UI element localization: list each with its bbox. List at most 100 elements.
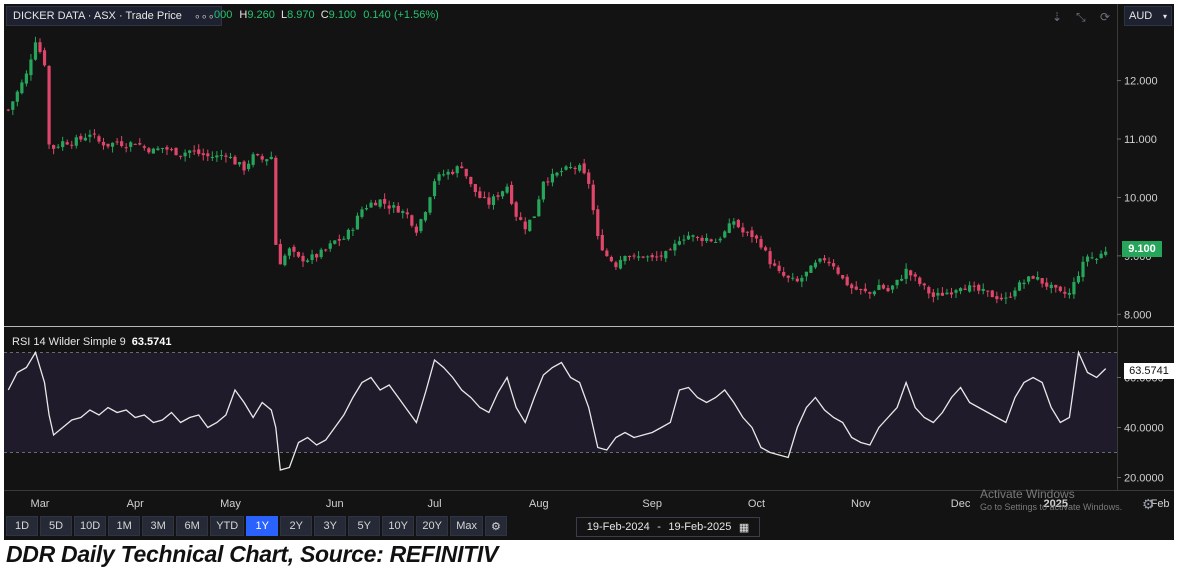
- candle-body: [79, 136, 83, 140]
- candle-body: [1004, 297, 1008, 299]
- collapse-icon[interactable]: ⤡: [1076, 10, 1086, 25]
- candle-body: [387, 205, 391, 209]
- candle-body: [1040, 278, 1044, 284]
- candle-body: [1026, 276, 1031, 282]
- candle-body: [909, 270, 913, 276]
- candle-body: [618, 259, 623, 269]
- candle-body: [836, 267, 840, 274]
- candle-body: [215, 155, 219, 158]
- candle-body: [47, 65, 51, 145]
- candle-body: [972, 285, 976, 287]
- candle-body: [791, 277, 795, 279]
- candle-body: [464, 168, 468, 177]
- candle-body: [42, 50, 47, 66]
- range-button-2y[interactable]: 2Y: [280, 516, 313, 536]
- candle-body: [392, 205, 396, 208]
- date-range-picker[interactable]: 19-Feb-2024 - 19-Feb-2025 ▦: [576, 517, 760, 537]
- range-button-bar: 1D 5D 10D 1M 3M 6M YTD 1Y 2Y 3Y 5Y 10Y 20Y Max ⚙: [6, 516, 507, 538]
- candle-body: [383, 198, 387, 204]
- candle-body: [922, 283, 926, 286]
- range-button-max[interactable]: Max: [450, 516, 483, 536]
- candle-body: [718, 238, 722, 241]
- candle-body: [831, 263, 836, 267]
- candle-body: [496, 195, 500, 197]
- candle-body: [537, 199, 541, 217]
- price-tick-label: 12.000: [1124, 76, 1158, 88]
- candle-body: [428, 197, 432, 213]
- settings-icon[interactable]: ⚙: [1142, 496, 1155, 513]
- range-button-20y[interactable]: 20Y: [416, 516, 449, 536]
- candle-body: [854, 286, 858, 290]
- figure-caption: DDR Daily Technical Chart, Source: REFIN…: [6, 541, 499, 567]
- candle-body: [627, 255, 632, 258]
- candle-body: [260, 156, 264, 160]
- range-button-10d[interactable]: 10D: [74, 516, 107, 536]
- more-dots-icon[interactable]: ∘∘∘: [194, 10, 215, 23]
- range-button-10y[interactable]: 10Y: [382, 516, 415, 536]
- download-icon[interactable]: ⇣: [1052, 10, 1062, 24]
- candle-body: [251, 154, 255, 165]
- candle-body: [623, 255, 627, 262]
- candle-body: [29, 59, 33, 76]
- symbol-box[interactable]: DICKER DATA · ASX · Trade Price ∘∘∘: [6, 6, 222, 26]
- candle-body: [115, 141, 119, 143]
- candle-body: [895, 279, 899, 286]
- candle-body: [364, 208, 369, 210]
- candle-body: [723, 231, 727, 238]
- candle-body: [1094, 258, 1099, 260]
- candle-body: [469, 176, 473, 185]
- candle-body: [913, 274, 917, 277]
- candle-body: [872, 291, 876, 295]
- range-button-3y[interactable]: 3Y: [314, 516, 347, 536]
- range-button-1d[interactable]: 1D: [6, 516, 38, 536]
- x-tick-label: Oct: [748, 498, 765, 510]
- candle-body: [1076, 275, 1081, 283]
- range-button-3m[interactable]: 3M: [142, 516, 175, 536]
- candle-body: [70, 144, 74, 146]
- range-button-ytd[interactable]: YTD: [210, 516, 245, 536]
- candle-body: [782, 272, 786, 276]
- refresh-icon[interactable]: ⟳: [1100, 10, 1110, 24]
- candle-body: [269, 156, 273, 160]
- change-value: 0.140 (+1.56%): [363, 9, 439, 21]
- candle-body: [813, 262, 818, 268]
- range-button-5y[interactable]: 5Y: [348, 516, 381, 536]
- candle-body: [83, 137, 87, 141]
- range-button-6m[interactable]: 6M: [176, 516, 209, 536]
- candle-body: [977, 284, 981, 291]
- candle-body: [968, 285, 972, 292]
- date-to: 19-Feb-2025: [668, 521, 732, 533]
- activate-windows-watermark: Activate Windows Go to Settings to activ…: [980, 487, 1122, 512]
- candle-body: [596, 209, 600, 237]
- candle-body: [1008, 296, 1013, 298]
- candle-body: [301, 255, 305, 262]
- range-button-5d[interactable]: 5D: [40, 516, 72, 536]
- candle-body: [900, 278, 904, 281]
- candle-body: [918, 277, 922, 284]
- candle-body: [423, 212, 428, 221]
- candle-body: [405, 212, 409, 215]
- candle-body: [437, 174, 441, 181]
- currency-select[interactable]: AUD ▾: [1124, 6, 1172, 26]
- close-label: C: [320, 9, 329, 21]
- candle-body: [491, 196, 496, 205]
- range-button-1y[interactable]: 1Y: [246, 516, 279, 536]
- candle-body: [1031, 276, 1035, 279]
- calendar-icon[interactable]: ▦: [739, 521, 749, 534]
- range-button-1m[interactable]: 1M: [108, 516, 141, 536]
- range-settings-icon[interactable]: ⚙: [484, 516, 507, 536]
- candle-body: [555, 172, 559, 176]
- candle-body: [990, 290, 994, 298]
- candle-body: [673, 243, 677, 251]
- candle-body: [1022, 282, 1026, 285]
- candle-body: [727, 223, 731, 233]
- candle-body: [206, 153, 210, 157]
- candle-body: [664, 251, 668, 259]
- candle-body: [1090, 257, 1094, 259]
- candle-body: [940, 292, 945, 296]
- rsi-legend: RSI 14 Wilder Simple 9 63.5741: [12, 336, 171, 348]
- candle-body: [741, 227, 745, 233]
- price-tick-label: 10.000: [1124, 192, 1158, 204]
- candle-body: [1085, 256, 1090, 262]
- candle-body: [655, 256, 659, 258]
